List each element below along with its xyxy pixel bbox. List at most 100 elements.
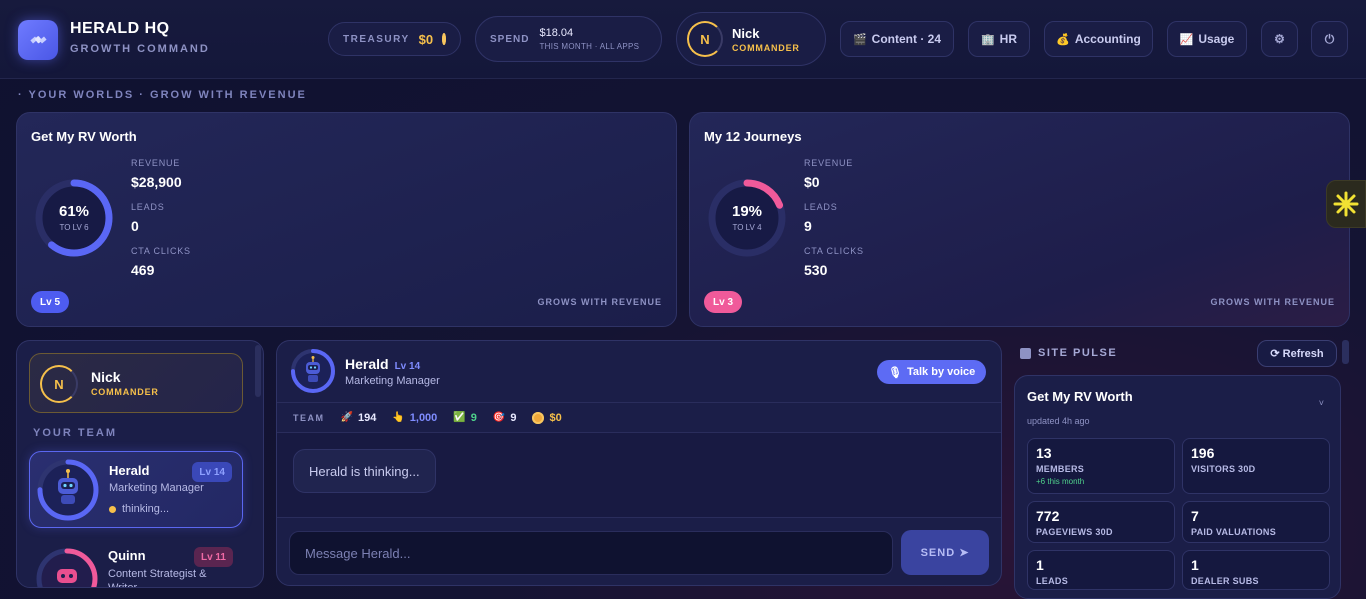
metric-label: DEALER SUBS <box>1191 576 1259 586</box>
metric-delta: +6 this month <box>1036 477 1085 486</box>
nav-content-label: Content · 24 <box>871 32 942 46</box>
top-bar: HERALD HQ GROWTH COMMAND TREASURY $0 SPE… <box>0 0 1366 79</box>
user-avatar: N <box>687 21 723 57</box>
metric-value: 7 <box>1191 508 1199 524</box>
metric-value: 13 <box>1036 445 1052 461</box>
world-card-my-12-journeys[interactable]: My 12 Journeys 19% TO LV 4 REVENUE $0 LE… <box>689 112 1350 327</box>
world-progress-pct: 19% <box>731 203 763 220</box>
team-stat: ✅ 9 <box>453 412 477 424</box>
metric-label: MEMBERS <box>1036 464 1085 474</box>
world-title: Get My RV Worth <box>31 129 137 144</box>
treasury-value: $0 <box>418 31 434 47</box>
nav-hr-label: HR <box>999 32 1018 46</box>
coin-icon <box>532 411 545 424</box>
team-stats-label: TEAM <box>293 412 325 423</box>
agent-name: Herald <box>345 356 389 372</box>
team-stat-value: 194 <box>357 411 377 424</box>
agent-role: Marketing Manager <box>345 375 440 387</box>
site-pulse-label: SITE PULSE <box>1038 347 1118 359</box>
voice-label: Talk by voice <box>906 366 976 378</box>
world-title: My 12 Journeys <box>704 129 802 144</box>
member-role: Marketing Manager <box>109 482 204 494</box>
metric-label: LEADS <box>1036 576 1069 586</box>
world-progress-ring: 19% TO LV 4 <box>704 175 790 261</box>
sidebar-scrollbar[interactable] <box>255 345 261 397</box>
pulse-scrollbar[interactable] <box>1342 340 1349 364</box>
gear-icon: ⚙ <box>1274 32 1285 46</box>
metric-label: PAID VALUATIONS <box>1191 527 1276 537</box>
message-input[interactable] <box>289 531 893 575</box>
settings-button[interactable]: ⚙ <box>1261 21 1298 57</box>
world-footer: GROWS WITH REVENUE <box>537 297 662 307</box>
team-stats-bar: TEAM 🚀 194 👆 1,000 ✅ 9 🎯 9 $0 <box>277 403 1001 433</box>
clapper-icon: 🎬 <box>852 33 867 46</box>
spend-value: $18.04 <box>539 27 574 39</box>
commander-card[interactable]: N Nick COMMANDER <box>29 353 243 413</box>
nav-hr-button[interactable]: 🏢 HR <box>968 21 1030 57</box>
building-icon: 🏢 <box>980 33 995 46</box>
metric-value: 1 <box>1191 557 1199 573</box>
app-title: HERALD HQ <box>70 20 170 37</box>
pulse-chart-icon <box>1020 347 1031 359</box>
leads-label: LEADS <box>804 202 838 212</box>
member-avatar <box>35 547 99 587</box>
team-member-quinn[interactable]: Quinn Content Strategist & Writer Lv 11 <box>29 541 243 587</box>
power-icon: ⏻ <box>1324 31 1335 46</box>
member-status: thinking... <box>109 503 169 515</box>
leads-value: 9 <box>804 218 812 234</box>
member-name: Quinn <box>108 548 146 563</box>
commander-rank: COMMANDER <box>91 387 159 397</box>
microphone-icon: 🎙 <box>888 366 902 379</box>
nav-accounting-label: Accounting <box>1074 32 1141 46</box>
team-stat: 👆 1,000 <box>392 412 437 424</box>
world-progress-ring: 61% TO LV 6 <box>31 175 117 261</box>
user-rank: COMMANDER <box>732 42 800 53</box>
agent-title: Herald Lv 14 <box>345 356 420 372</box>
world-footer: GROWS WITH REVENUE <box>1210 297 1335 307</box>
team-stat-value: $0 <box>549 411 562 424</box>
spend-period: THIS MONTH · ALL APPS <box>539 42 640 51</box>
spend-label: SPEND <box>490 33 530 45</box>
revenue-value: $28,900 <box>131 174 182 190</box>
side-widget-button[interactable] <box>1326 180 1366 228</box>
collapse-chevron-icon[interactable]: ˅ <box>1319 398 1324 408</box>
member-status-text: thinking... <box>122 503 170 515</box>
member-avatar <box>36 458 100 522</box>
send-button[interactable]: SEND ➤ <box>901 530 989 575</box>
talk-by-voice-button[interactable]: 🎙 Talk by voice <box>877 360 987 384</box>
money-bag-icon: 💰 <box>1056 33 1070 46</box>
leads-label: LEADS <box>131 202 165 212</box>
chart-icon: 📈 <box>1179 33 1194 46</box>
team-label: YOUR TEAM <box>33 427 117 439</box>
site-pulse-card: Get My RV Worth updated 4h ago ˅ 13 MEMB… <box>1014 375 1341 599</box>
leads-value: 0 <box>131 218 139 234</box>
metric-leads: 1 LEADS <box>1027 550 1175 590</box>
rocket-icon: 🚀 <box>340 412 353 423</box>
nav-usage-button[interactable]: 📈 Usage <box>1167 21 1247 57</box>
app-subtitle: GROWTH COMMAND <box>70 43 210 55</box>
member-level-badge: Lv 11 <box>193 547 233 567</box>
cta-label: CTA CLICKS <box>804 246 864 256</box>
pointer-icon: 👆 <box>392 412 405 423</box>
treasury-pill[interactable]: TREASURY $0 <box>328 22 461 56</box>
refresh-button[interactable]: ⟳ Refresh <box>1257 340 1337 367</box>
metric-visitors: 196 VISITORS 30D <box>1182 438 1330 494</box>
team-stat: 🚀 194 <box>341 412 377 424</box>
coin-icon <box>442 33 446 45</box>
world-card-get-my-rv-worth[interactable]: Get My RV Worth 61% TO LV 6 REVENUE $28,… <box>16 112 677 327</box>
nav-content-button[interactable]: 🎬 Content · 24 <box>840 21 954 57</box>
logout-button[interactable]: ⏻ <box>1311 21 1348 57</box>
agent-avatar <box>290 348 336 394</box>
team-member-herald[interactable]: Herald Marketing Manager thinking... Lv … <box>29 451 243 528</box>
target-icon: 🎯 <box>492 412 506 423</box>
app-logo[interactable] <box>18 20 58 60</box>
team-stat: $0 <box>532 411 562 424</box>
metric-dealer-subs: 1 DEALER SUBS <box>1182 550 1330 590</box>
spend-pill[interactable]: SPEND $18.04 THIS MONTH · ALL APPS <box>475 16 662 62</box>
nav-accounting-button[interactable]: 💰 Accounting <box>1044 21 1153 57</box>
team-stat-value: 9 <box>470 411 477 424</box>
pulse-site-title: Get My RV Worth <box>1027 389 1133 404</box>
check-icon: ✅ <box>453 412 466 423</box>
user-pill[interactable]: N Nick COMMANDER <box>676 12 826 66</box>
world-progress-sub: TO LV 6 <box>59 223 89 232</box>
